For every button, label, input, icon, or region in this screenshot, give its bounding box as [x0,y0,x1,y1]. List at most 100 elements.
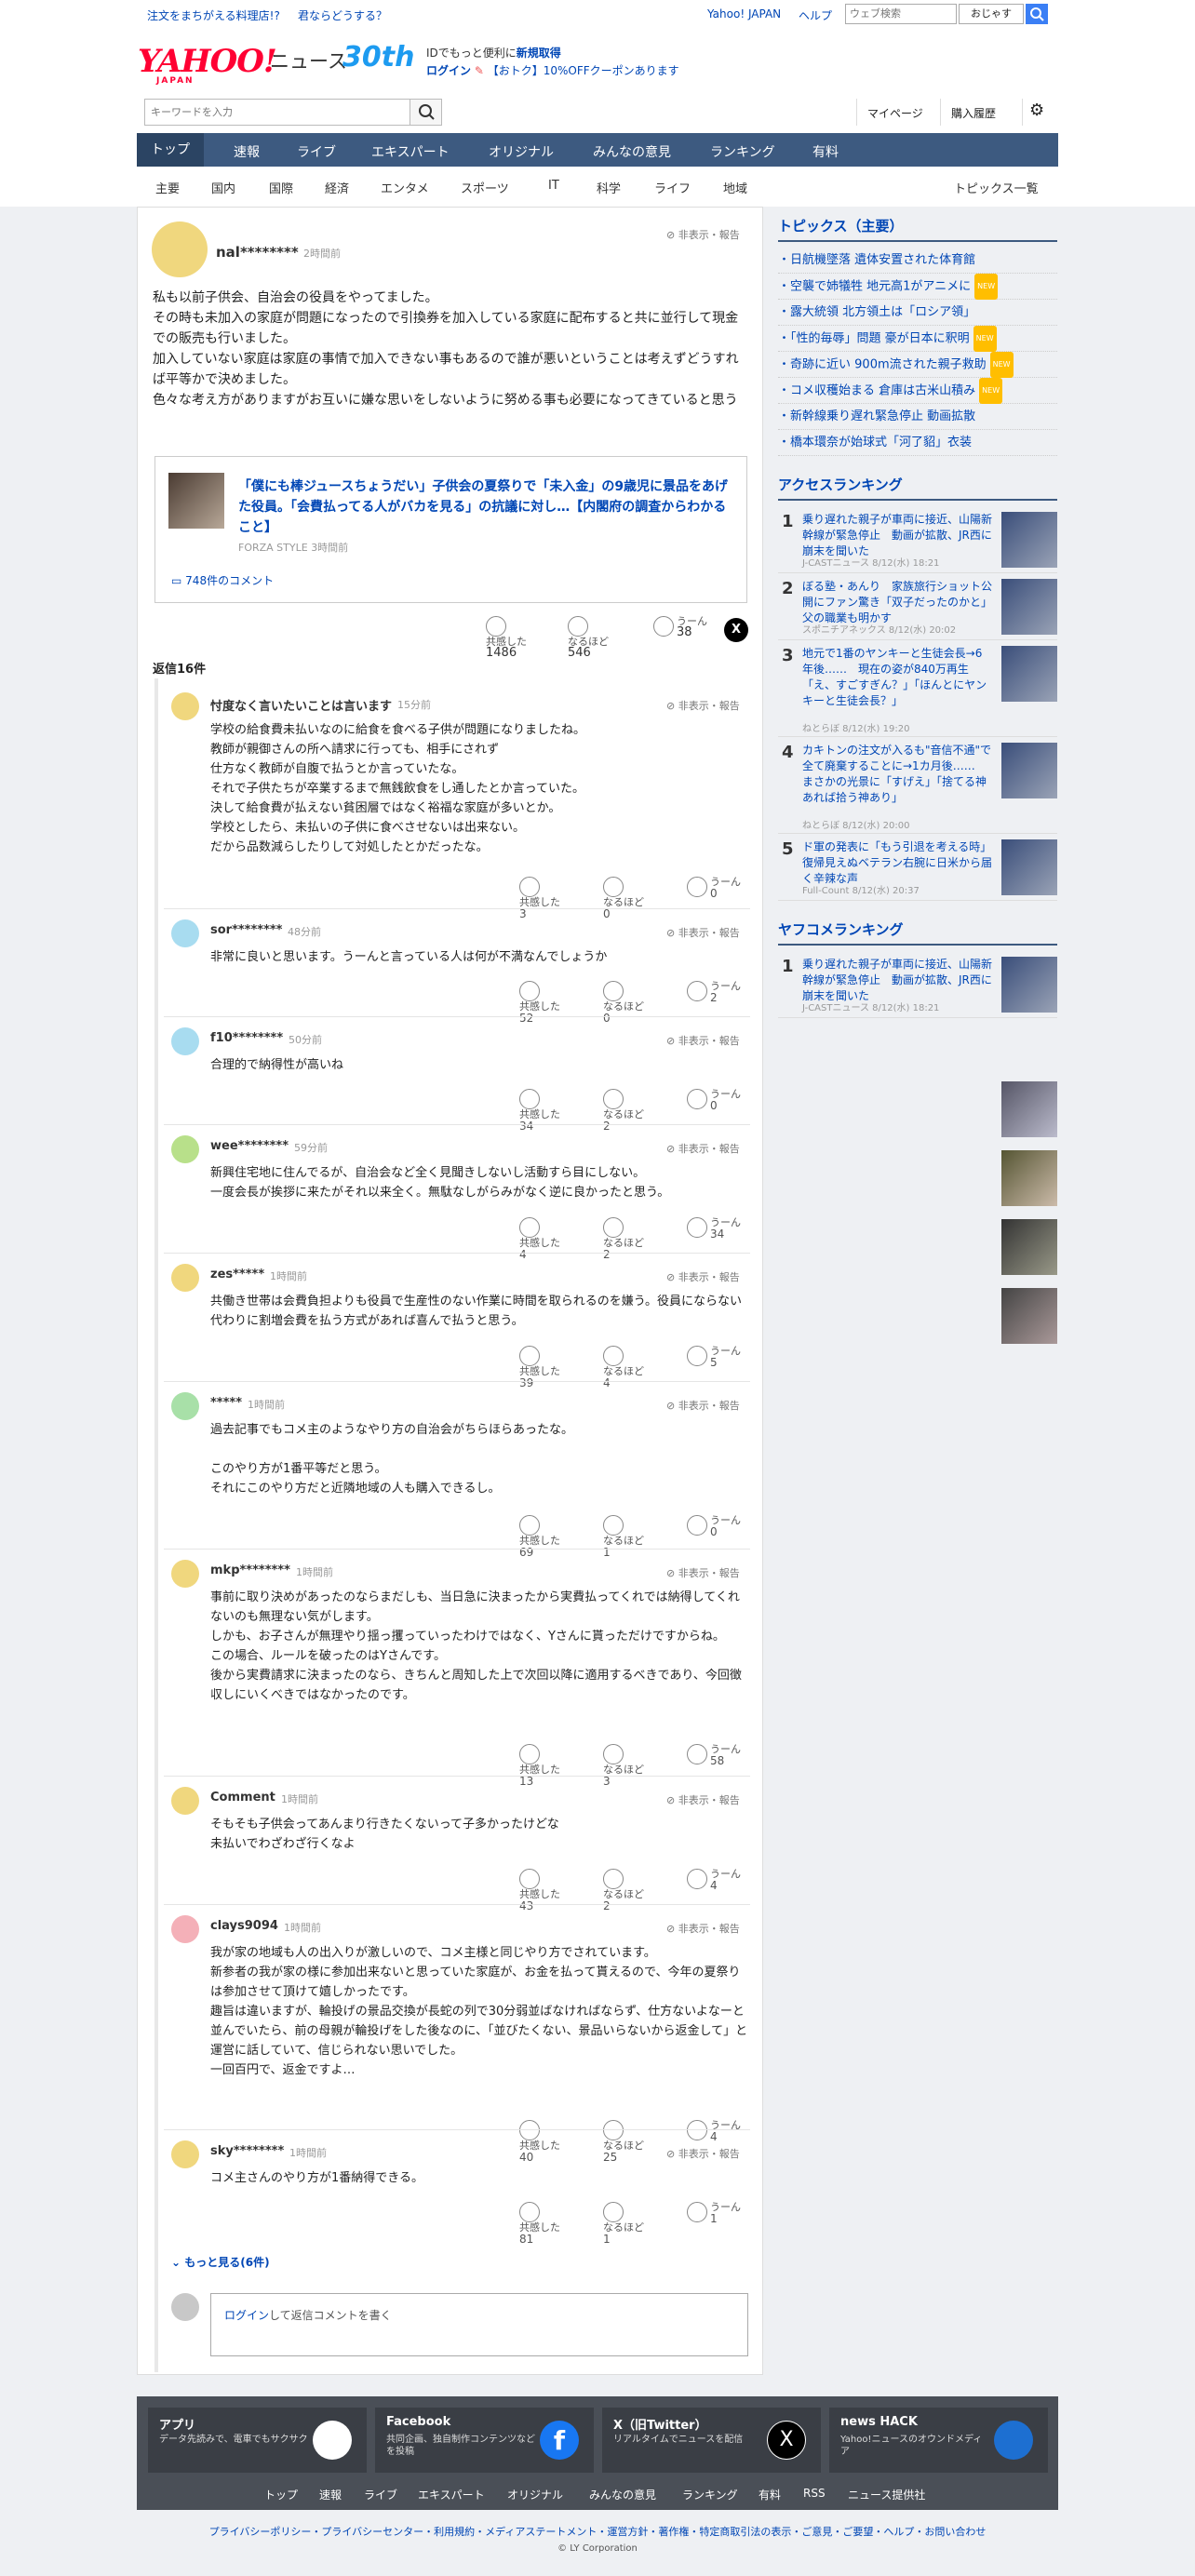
subnav-major[interactable]: 主要 [155,179,180,196]
hide-report-button[interactable]: ⊘ 非表示・報告 [666,1033,740,1048]
promo-link-1[interactable]: 注文をまちがえる料理店!? [147,7,280,23]
empathy-button[interactable]: 共感した 4 [519,1217,575,1261]
empathy-button[interactable]: 共感した 52 [519,981,575,1025]
subnav-economy[interactable]: 経済 [325,179,349,196]
topic-item[interactable]: ・奇跡に近い 900m流された親子救助 NEW [778,352,1057,378]
nav-tab-expert[interactable]: エキスパート [371,142,450,161]
topic-item[interactable]: ・新幹線乗り遅れ緊急停止 動画拡散 [778,404,1057,430]
hide-report-button[interactable]: ⊘ 非表示・報告 [666,1565,740,1580]
nav-tab-live[interactable]: ライブ [297,142,336,161]
topic-item[interactable]: ・日航機墜落 遺体安置された体育館 [778,248,1057,274]
reply-username[interactable]: sor******** [210,923,282,937]
footer-card-facebook[interactable]: Facebook 共同企画、独自制作コンテンツなどを投稿 f [375,2408,594,2473]
subnav-international[interactable]: 国際 [269,179,293,196]
new-id-link[interactable]: 新規取得 [517,47,561,60]
reply-username[interactable]: wee******** [210,1139,289,1153]
hide-report-button[interactable]: ⊘ 非表示・報告 [666,227,740,242]
subnav-entertainment[interactable]: エンタメ [381,179,429,196]
ranking-thumbnail[interactable] [1001,1288,1057,1344]
hide-report-button[interactable]: ⊘ 非表示・報告 [666,698,740,713]
help-link[interactable]: ヘルプ [799,7,832,23]
ranking-item[interactable]: 1 乗り遅れた親子が車両に接近、山陽新幹線が緊急停止 動画が拡散、JR西に崩末を聞… [778,506,1057,573]
coupon-link[interactable]: 【おトク】10%OFFクーポンあります [488,64,679,77]
naruhodo-button[interactable]: なるほど 4 [603,1346,659,1389]
footer-link[interactable]: ランキング [682,2487,738,2502]
reply-username[interactable]: Comment [210,1791,275,1805]
news-wordmark[interactable]: ニュース [270,47,347,74]
reply-username[interactable]: sky******** [210,2144,284,2158]
empathy-button[interactable]: 共感した 81 [519,2202,575,2246]
topics-list-link[interactable]: トピックス一覧 [954,179,1039,196]
web-search-button[interactable] [1026,4,1048,24]
empathy-button[interactable]: 共感した 13 [519,1744,575,1788]
nav-tab-breaking[interactable]: 速報 [234,142,260,161]
reply-username[interactable]: f10******** [210,1031,283,1045]
hmm-button[interactable]: うーん 2 [687,981,743,1004]
hmm-button[interactable]: うーん 0 [687,1515,743,1538]
hmm-button[interactable]: うーん 1 [687,2202,743,2225]
hmm-button[interactable]: うーん 58 [687,1744,743,1767]
ranking-item[interactable]: 3 地元で1番のヤンキーと生徒会長→6年後…… 現在の姿が840万再生「え、すごす… [778,640,1057,737]
naruhodo-button[interactable]: なるほど 3 [603,1744,659,1788]
subnav-it[interactable]: IT [548,179,559,193]
keyword-search-button[interactable] [410,99,442,126]
hide-report-button[interactable]: ⊘ 非表示・報告 [666,1269,740,1284]
subnav-sports[interactable]: スポーツ [461,179,509,196]
nav-tab-opinion[interactable]: みんなの意見 [593,142,671,161]
login-link[interactable]: ログイン [426,64,471,77]
footer-link[interactable]: 速報 [319,2487,342,2502]
gear-icon[interactable]: ⚙ [1029,101,1044,120]
x-share-icon[interactable]: X [724,618,748,642]
yahoo-logo[interactable]: YAHOO! [138,43,277,80]
ojas-button[interactable]: おじゃす [959,4,1024,24]
hmm-button[interactable]: うーん 5 [687,1346,743,1369]
hide-report-button[interactable]: ⊘ 非表示・報告 [666,925,740,940]
subnav-region[interactable]: 地域 [723,179,747,196]
nav-tab-original[interactable]: オリジナル [489,142,554,161]
ranking-thumbnail[interactable] [1001,1081,1057,1137]
footer-link[interactable]: RSS [803,2487,826,2500]
naruhodo-button[interactable]: なるほど 2 [603,1217,659,1261]
empathy-button[interactable]: 共感した 39 [519,1346,575,1389]
topic-item[interactable]: ・露大統領 北方領土は「ロシア領」 [778,300,1057,326]
reply-username[interactable]: 忖度なく言いたいことは言います [210,696,392,714]
ranking-thumbnail[interactable] [1001,1219,1057,1275]
article-title[interactable]: 「僕にも棒ジュースちょうだい」子供会の夏祭りで「未入金」の9歳児に景品をあげた役… [238,476,732,538]
naruhodo-button[interactable]: なるほど 2 [603,1089,659,1133]
reply-username[interactable]: zes***** [210,1268,264,1281]
mypage-link[interactable]: マイページ [867,105,923,121]
footer-link[interactable]: 有料 [759,2487,781,2502]
reply-username[interactable]: ***** [210,1396,242,1410]
ranking-thumbnail[interactable] [1001,1150,1057,1206]
footer-card-x[interactable]: X（旧Twitter） リアルタイムでニュースを配信 X [602,2408,821,2473]
naruhodo-button[interactable]: なるほど 1 [603,2202,659,2246]
hmm-button[interactable]: うーん 0 [687,877,743,900]
empathy-button[interactable]: 共感した 1486 [486,616,542,659]
keyword-search-input[interactable] [144,99,442,126]
naruhodo-button[interactable]: なるほど 1 [603,1515,659,1559]
footer-link[interactable]: ライブ [364,2487,397,2502]
promo-link-2[interactable]: 君ならどうする？ [298,7,387,23]
web-search-input[interactable] [845,4,957,24]
footer-link[interactable]: オリジナル [507,2487,563,2502]
hide-report-button[interactable]: ⊘ 非表示・報告 [666,1792,740,1807]
ranking-item[interactable]: 5 ド軍の発表に「もう引退を考える時」 復帰見えぬベテラン右腕に日米から届く辛辣な… [778,834,1057,901]
subnav-life[interactable]: ライフ [654,179,691,196]
empathy-button[interactable]: 共感した 69 [519,1515,575,1559]
topic-item[interactable]: ・コメ収穫始まる 倉庫は古米山積み NEW [778,378,1057,404]
nav-tab-top[interactable]: トップ [137,133,204,167]
subnav-science[interactable]: 科学 [597,179,621,196]
reply-username[interactable]: mkp******** [210,1563,290,1577]
naruhodo-button[interactable]: なるほど 0 [603,981,659,1025]
empathy-button[interactable]: 共感した 3 [519,877,575,920]
footer-link[interactable]: エキスパート [418,2487,485,2502]
yahoo-japan-link[interactable]: Yahoo! JAPAN [707,7,781,20]
footer-link[interactable]: ニュース提供社 [848,2487,925,2502]
nav-tab-ranking[interactable]: ランキング [710,142,775,161]
topic-item[interactable]: ・空襲で姉犠牲 地元高1がアニメに NEW [778,274,1057,300]
naruhodo-button[interactable]: なるほど 546 [568,616,624,659]
footer-card-app[interactable]: アプリ データ先読みで、電車でもサクサク [148,2408,367,2473]
naruhodo-button[interactable]: なるほど 0 [603,877,659,920]
hide-report-button[interactable]: ⊘ 非表示・報告 [666,1921,740,1936]
footer-link[interactable]: トップ [264,2487,298,2502]
